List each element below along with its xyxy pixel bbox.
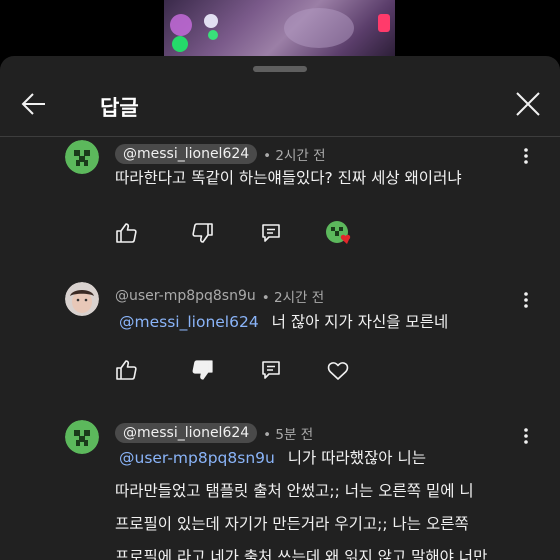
light-blob xyxy=(172,36,188,52)
replies-sheet: 답글 @messi_lionel624 • 2시간 전 따라한다고 똑같이 하는… xyxy=(0,56,560,560)
timestamp: • 5분 전 xyxy=(263,427,314,443)
comment-item: @user-mp8pq8sn9u • 2시간 전 @messi_lionel62… xyxy=(0,282,560,402)
sheet-header: 답글 xyxy=(0,76,560,136)
more-vert-icon[interactable] xyxy=(518,144,534,168)
arrow-left-icon[interactable] xyxy=(18,88,50,120)
comment-meta: @user-mp8pq8sn9u • 2시간 전 xyxy=(115,284,324,308)
video-thumbnail[interactable] xyxy=(164,0,395,56)
user-photo-avatar xyxy=(65,282,99,316)
comment-text: @messi_lionel624 너 잖아 지가 자신을 모른네 xyxy=(119,306,448,339)
avatar[interactable] xyxy=(65,140,99,174)
light-blob xyxy=(204,14,218,28)
creeper-avatar-icon xyxy=(65,140,99,174)
divider xyxy=(0,136,560,137)
mention-link[interactable]: @messi_lionel624 xyxy=(119,313,259,331)
reply-icon[interactable] xyxy=(258,357,284,383)
comment-actions xyxy=(113,357,373,383)
avatar[interactable] xyxy=(65,282,99,316)
video-player-area[interactable] xyxy=(0,0,560,56)
drag-handle[interactable] xyxy=(253,66,307,72)
page-title: 답글 xyxy=(100,96,139,120)
light-blob xyxy=(284,8,354,48)
author-name[interactable]: @messi_lionel624 xyxy=(115,144,258,164)
comment-text-line: 프로필에 라고 네가 출처 쓰는데 왜 읽지 않고 말해야 너만 xyxy=(115,548,488,560)
comment-text-body: 너 잖아 지가 자신을 모른네 xyxy=(271,313,449,331)
like-icon[interactable] xyxy=(113,220,139,246)
dislike-filled-icon[interactable] xyxy=(190,357,216,383)
comment-item: @messi_lionel624 • 5분 전 @user-mp8pq8sn9u… xyxy=(0,418,560,560)
more-vert-icon[interactable] xyxy=(518,424,534,448)
creeper-avatar-icon xyxy=(65,420,99,454)
author-name[interactable]: @messi_lionel624 xyxy=(115,423,258,443)
dislike-icon[interactable] xyxy=(190,220,216,246)
reply-icon[interactable] xyxy=(258,220,284,246)
comment-text-line: 따라만들었고 탬플릿 출처 안썼고;; 너는 오른쪽 밑에 니 xyxy=(115,482,474,500)
comment-text-line: @user-mp8pq8sn9u 니가 따라했잖아 니는 xyxy=(119,442,426,475)
light-blob xyxy=(378,14,390,32)
timestamp: • 2시간 전 xyxy=(263,148,326,164)
like-icon[interactable] xyxy=(113,357,139,383)
comment-text-line: 프로필이 있는데 자기가 만든거라 우기고;; 나는 오른쪽 xyxy=(115,515,469,533)
light-blob xyxy=(170,14,192,36)
more-vert-icon[interactable] xyxy=(518,288,534,312)
comment-text: 따라한다고 똑같이 하는얘들있다? 진짜 세상 왜이러냐 xyxy=(115,169,462,187)
creator-heart-icon xyxy=(325,220,355,246)
timestamp: • 2시간 전 xyxy=(261,290,325,306)
comment-actions xyxy=(113,220,373,246)
heart-icon[interactable] xyxy=(325,357,351,383)
avatar[interactable] xyxy=(65,420,99,454)
comment-text-body: 니가 따라했잖아 니는 xyxy=(287,449,426,467)
mention-link[interactable]: @user-mp8pq8sn9u xyxy=(119,449,275,467)
close-icon[interactable] xyxy=(512,88,544,120)
author-name[interactable]: @user-mp8pq8sn9u xyxy=(115,288,256,304)
light-blob xyxy=(208,30,218,40)
